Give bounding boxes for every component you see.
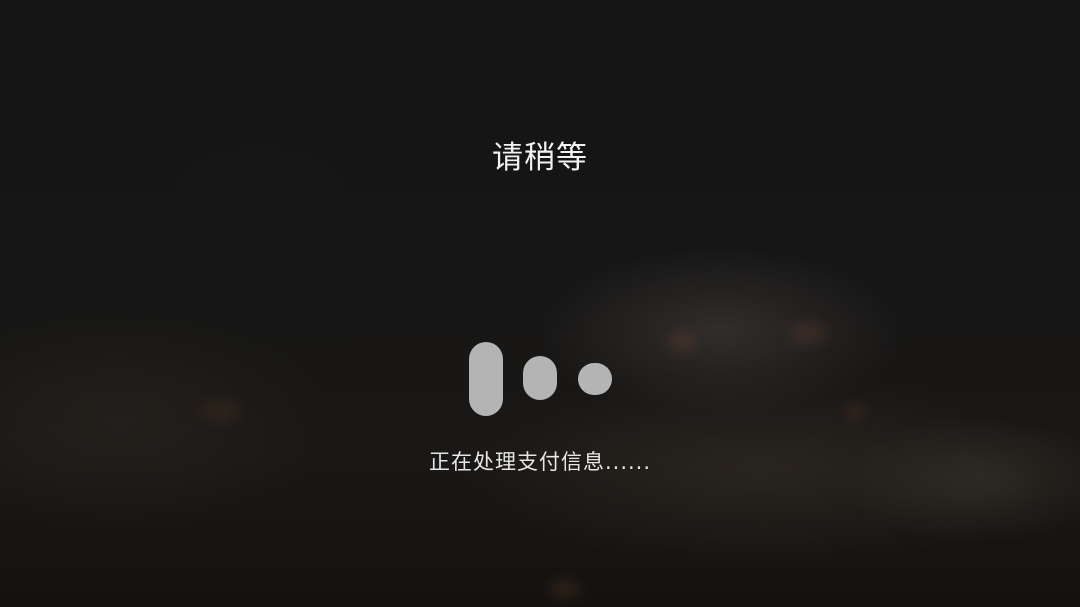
loading-bar — [469, 342, 503, 416]
loading-bar — [578, 363, 612, 395]
payment-processing-screen: 请稍等 正在处理支付信息...... — [0, 0, 1080, 607]
loading-bar — [523, 356, 557, 400]
processing-message: 正在处理支付信息...... — [428, 450, 652, 474]
loading-bars-icon — [0, 0, 1080, 607]
